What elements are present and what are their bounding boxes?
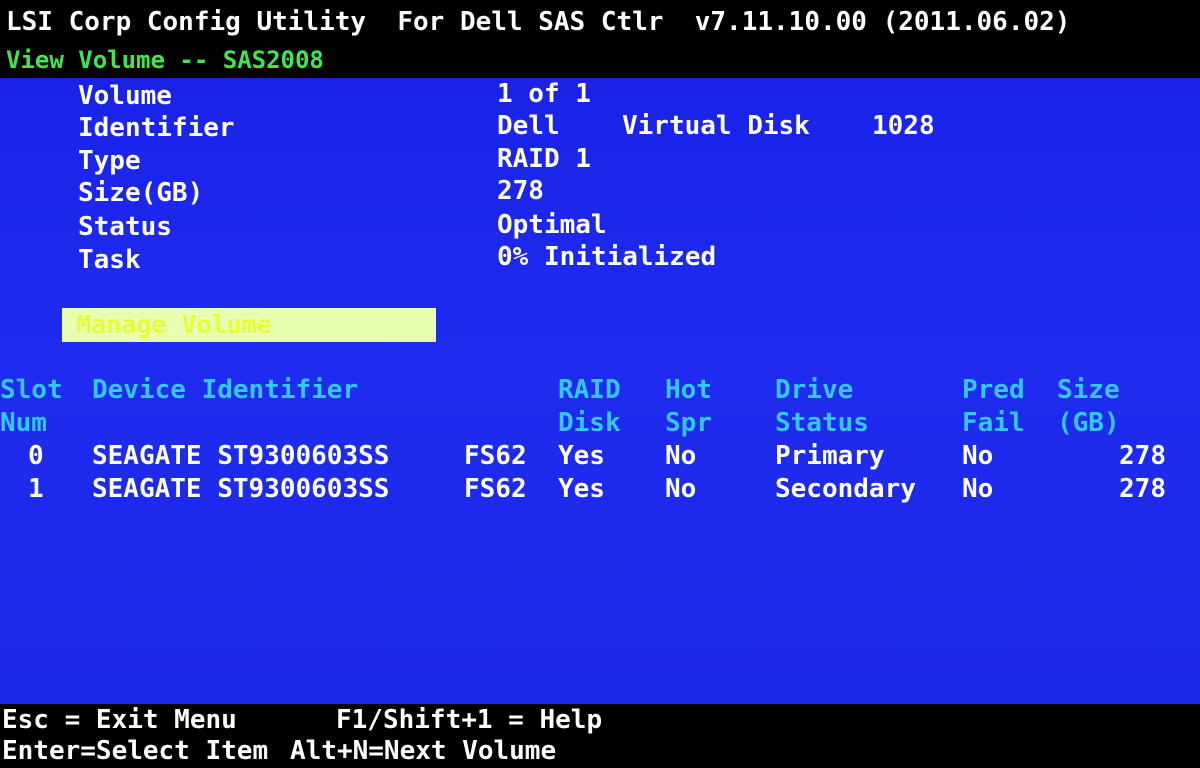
row-hot-spare: No (665, 441, 697, 471)
col-header-device-identifier: Device Identifier (92, 375, 359, 405)
row-slot: 0 (28, 441, 44, 471)
col-header-hot: Hot (665, 375, 712, 405)
col-header-pred: Pred (962, 375, 1025, 405)
col-header-num: Num (0, 408, 47, 438)
enter-hint: Enter=Select Item (2, 736, 269, 766)
col-header-disk: Disk (558, 408, 621, 438)
footer-hints: Esc = Exit Menu F1/Shift+1 = Help Enter=… (0, 704, 1200, 766)
col-header-spr: Spr (665, 408, 712, 438)
type-value: RAID 1 (497, 144, 591, 174)
task-label: Task (78, 245, 141, 275)
main-panel: Volume Identifier Type Size(GB) Status T… (0, 78, 1200, 704)
row-drive-status: Secondary (775, 474, 916, 504)
row-firmware: FS62 (464, 441, 527, 471)
identifier-label: Identifier (78, 113, 235, 143)
identifier-revision: 1028 (872, 111, 935, 141)
type-label: Type (78, 146, 141, 176)
task-value: 0% Initialized (497, 242, 717, 272)
app-title: LSI Corp Config Utility For Dell SAS Ctl… (6, 7, 1071, 37)
col-header-slot: Slot (0, 375, 63, 405)
alt-hint: Alt+N=Next Volume (290, 736, 557, 766)
size-label: Size(GB) (78, 178, 204, 208)
col-header-drive: Drive (775, 375, 854, 405)
identifier-product: Virtual Disk (622, 111, 810, 141)
row-device: SEAGATE ST9300603SS (92, 441, 390, 471)
row-firmware: FS62 (464, 474, 527, 504)
row-hot-spare: No (665, 474, 697, 504)
row-size: 278 (1119, 441, 1166, 471)
screen-subtitle: View Volume -- SAS2008 (6, 46, 324, 74)
identifier-vendor: Dell (497, 111, 560, 141)
col-header-status: Status (775, 408, 869, 438)
row-size: 278 (1119, 474, 1166, 504)
size-value: 278 (497, 176, 544, 206)
col-header-size: Size (1057, 375, 1120, 405)
f1-hint: F1/Shift+1 = Help (336, 705, 603, 735)
esc-hint: Esc = Exit Menu (2, 705, 237, 735)
row-device: SEAGATE ST9300603SS (92, 474, 390, 504)
volume-label: Volume (78, 81, 172, 111)
col-header-fail: Fail (962, 408, 1025, 438)
row-raid-disk: Yes (558, 441, 605, 471)
status-label: Status (78, 212, 172, 242)
row-raid-disk: Yes (558, 474, 605, 504)
col-header-raid: RAID (558, 375, 621, 405)
row-slot: 1 (28, 474, 44, 504)
status-value: Optimal (497, 210, 607, 240)
row-pred-fail: No (962, 474, 994, 504)
col-header-gb: (GB) (1057, 408, 1120, 438)
volume-value: 1 of 1 (497, 79, 591, 109)
row-pred-fail: No (962, 441, 994, 471)
manage-volume-menu-item[interactable]: Manage Volume (62, 308, 436, 342)
header-bar: LSI Corp Config Utility For Dell SAS Ctl… (0, 0, 1200, 78)
row-drive-status: Primary (775, 441, 885, 471)
